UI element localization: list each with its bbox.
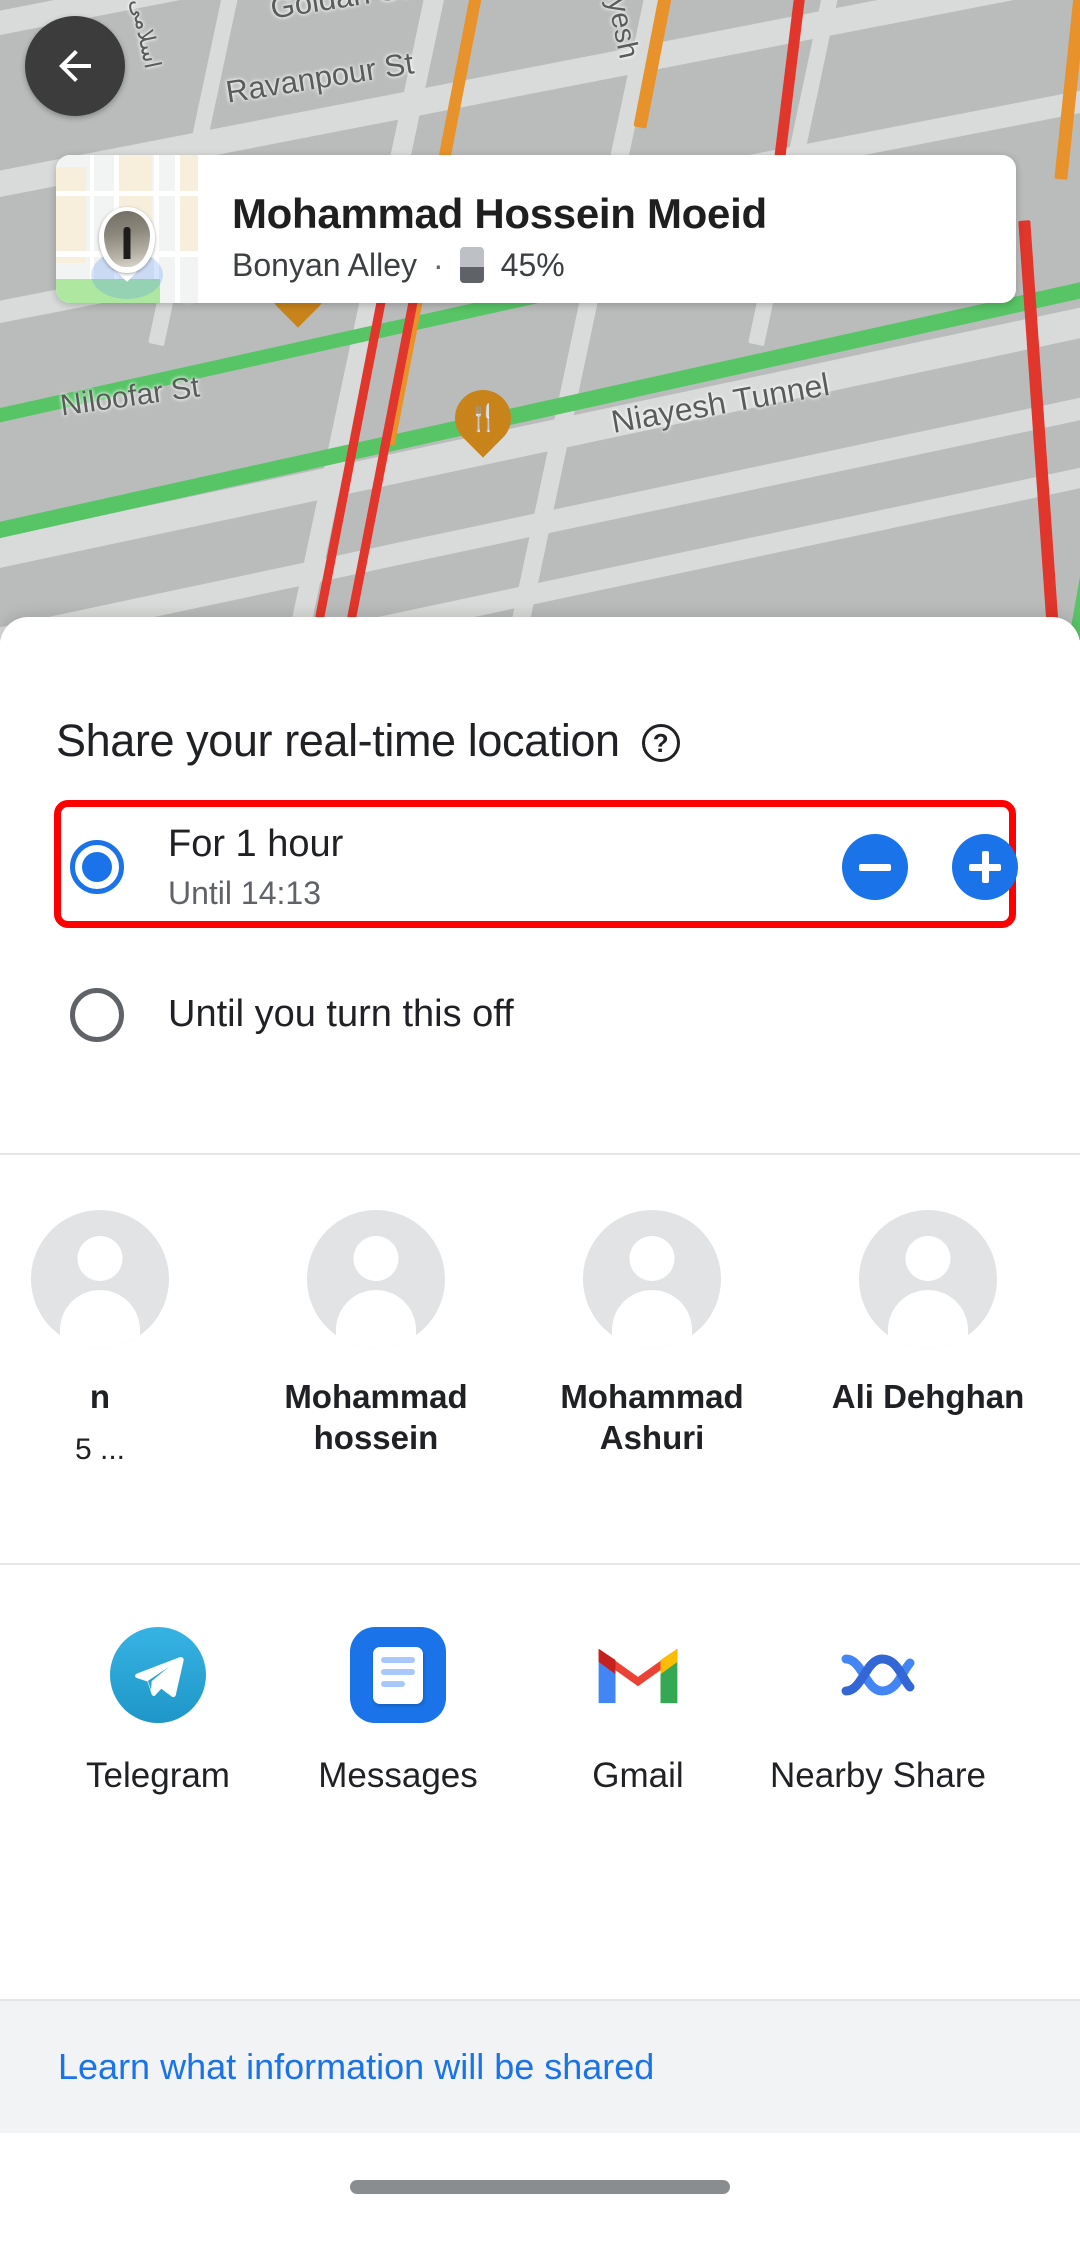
battery-percent: 45% xyxy=(500,246,565,283)
duration-stepper xyxy=(842,834,1018,900)
contact-item[interactable]: Ali Dehghan xyxy=(790,1210,1066,1417)
telegram-icon xyxy=(110,1627,206,1724)
arrow-left-icon xyxy=(59,50,91,82)
person-info-card[interactable]: Mohammad Hossein Moeid Bonyan Alley · 45… xyxy=(56,155,1016,303)
option-for-1-hour[interactable]: For 1 hour Until 14:13 xyxy=(0,815,1080,919)
map-thumbnail xyxy=(56,155,198,303)
share-app-messages[interactable]: Messages xyxy=(278,1627,518,1797)
map-label-arabic: اسلامی xyxy=(125,0,167,71)
option-sublabel: Until 14:13 xyxy=(168,875,321,912)
contact-name: Mohammad hossein xyxy=(284,1378,468,1457)
battery-icon xyxy=(459,247,484,284)
help-circle-icon[interactable]: ? xyxy=(641,724,680,762)
person-card-body: Mohammad Hossein Moeid Bonyan Alley · 45… xyxy=(198,155,1016,303)
messages-icon xyxy=(350,1627,446,1724)
app-label: Nearby Share xyxy=(770,1756,986,1796)
home-indicator[interactable] xyxy=(350,2180,730,2194)
app-label: Telegram xyxy=(86,1756,230,1796)
map-road-orange xyxy=(1054,0,1080,180)
thumb-street xyxy=(175,155,180,303)
person-avatar-icon xyxy=(307,1210,445,1348)
option-texts: Until you turn this off xyxy=(168,992,1080,1038)
link-icon xyxy=(1070,1627,1080,1723)
screen-root: Goldan St Ravanpour St Goshayesh Niloofa… xyxy=(0,0,1080,2241)
thumb-block xyxy=(180,155,198,251)
map-label: Goshayesh xyxy=(582,0,645,62)
footer-bar: Learn what information will be shared xyxy=(0,1999,1080,2133)
option-until-turned-off[interactable]: Until you turn this off xyxy=(0,963,1080,1067)
map-canvas[interactable]: Goldan St Ravanpour St Goshayesh Niloofa… xyxy=(0,0,1080,640)
thumb-block xyxy=(56,167,86,263)
app-label: Gmail xyxy=(592,1756,684,1796)
sheet-title: Share your real-time location xyxy=(56,715,620,766)
contact-name: n xyxy=(89,1378,111,1415)
person-location: Bonyan Alley xyxy=(232,246,418,283)
duration-options: For 1 hour Until 14:13 Until you turn th… xyxy=(0,800,1080,1067)
contact-item[interactable]: n 5 ... xyxy=(0,1210,238,1467)
share-app-telegram[interactable]: Telegram xyxy=(38,1627,278,1797)
contacts-row[interactable]: n 5 ... Mohammad hossein Mohammad Ashuri… xyxy=(0,1155,1080,1467)
separator-dot: · xyxy=(433,246,444,283)
thumb-street xyxy=(56,191,198,196)
gmail-icon xyxy=(590,1627,686,1723)
radio-for-1-hour[interactable] xyxy=(70,840,124,894)
back-button[interactable] xyxy=(25,16,125,116)
user-location-pin xyxy=(99,207,155,282)
map-background: Goldan St Ravanpour St Goshayesh Niloofa… xyxy=(0,0,1080,640)
decrease-duration-button[interactable] xyxy=(842,834,908,900)
contact-item-more[interactable]: More xyxy=(1066,1210,1080,1417)
contact-name: Mohammad Ashuri xyxy=(560,1378,744,1457)
share-app-nearby-share[interactable]: Nearby Share xyxy=(758,1627,998,1797)
option-label: Until you turn this off xyxy=(168,993,514,1036)
increase-duration-button[interactable] xyxy=(952,834,1018,900)
map-label: Goldan St xyxy=(268,0,410,27)
contact-name: Ali Dehghan xyxy=(831,1378,1025,1415)
learn-more-link[interactable]: Learn what information will be shared xyxy=(58,2046,654,2088)
person-avatar-icon xyxy=(859,1210,997,1348)
contact-extra: 5 ... xyxy=(74,1433,126,1467)
radio-until-turned-off[interactable] xyxy=(70,988,124,1042)
app-label: Messages xyxy=(318,1756,478,1796)
option-texts: For 1 hour Until 14:13 xyxy=(168,822,842,913)
person-avatar-icon xyxy=(31,1210,169,1348)
nearby-share-icon xyxy=(830,1627,926,1723)
person-name: Mohammad Hossein Moeid xyxy=(232,190,767,238)
sheet-header: Share your real-time location ? xyxy=(0,617,1080,767)
share-apps-row[interactable]: Telegram Messages Gmail Nearby Share xyxy=(38,1565,1080,1797)
person-avatar-icon xyxy=(583,1210,721,1348)
bottom-sheet: Share your real-time location ? For 1 ho… xyxy=(0,617,1080,2241)
share-app-link[interactable]: Li Wi xyxy=(998,1627,1080,1797)
system-nav-bar xyxy=(0,2133,1080,2241)
contact-item[interactable]: Mohammad hossein xyxy=(238,1210,514,1459)
person-subtitle: Bonyan Alley · 45% xyxy=(232,247,1016,284)
share-app-gmail[interactable]: Gmail xyxy=(518,1627,758,1797)
contact-item[interactable]: Mohammad Ashuri xyxy=(514,1210,790,1459)
option-label: For 1 hour xyxy=(168,822,344,865)
